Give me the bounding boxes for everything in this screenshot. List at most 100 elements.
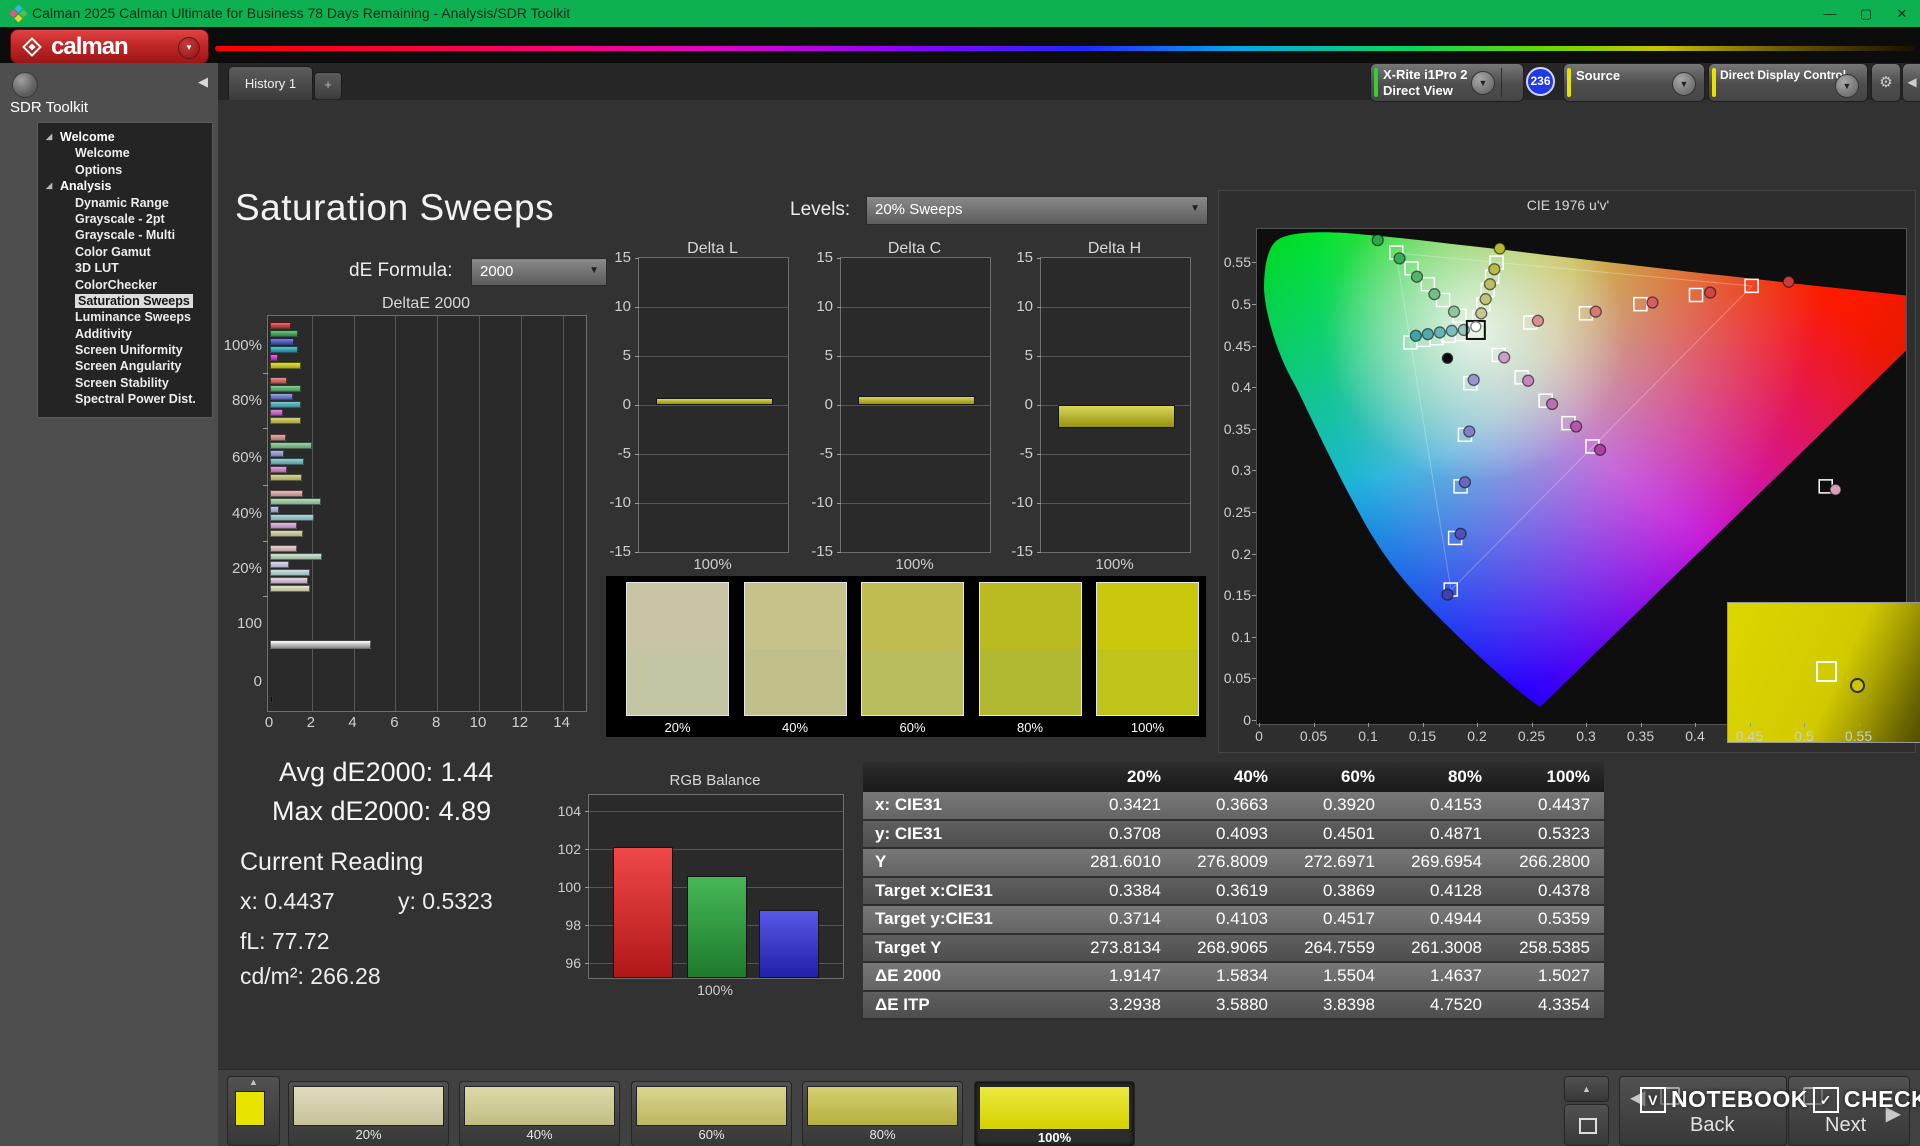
rgb-y-tick: 100 [557, 879, 581, 895]
tree-item-screen-stability[interactable]: Screen Stability [38, 375, 212, 391]
level-swatch-color [293, 1086, 444, 1126]
cie-y-tick: 0.2 [1231, 545, 1251, 562]
yellow-sweep-measured [1475, 307, 1488, 320]
tree-item-label: Spectral Power Dist. [75, 392, 196, 407]
collapse-bar-button[interactable]: ▲ [1564, 1076, 1609, 1102]
source-chevron-down-icon[interactable]: ▼ [1672, 72, 1696, 96]
tree-item-welcome[interactable]: Welcome [38, 145, 212, 161]
meter-dropdown[interactable]: X-Rite i1Pro 2 Direct View ▼ [1370, 63, 1524, 102]
tree-item-dynamic-range[interactable]: Dynamic Range [38, 195, 212, 211]
rgb-y-tick: 98 [565, 917, 581, 933]
tree-item-spectral-power-dist-[interactable]: Spectral Power Dist. [38, 391, 212, 407]
meter-chevron-down-icon[interactable]: ▼ [1471, 71, 1495, 95]
delta-y-tick: 15 [1016, 249, 1033, 266]
delta-gridline [1041, 307, 1190, 308]
tree-section-welcome[interactable]: ◢ Welcome [38, 129, 212, 145]
red-sweep-measured [1704, 286, 1717, 299]
deltae-gridline [520, 316, 522, 711]
delta-y-tick: 10 [614, 298, 631, 315]
rgb-axis-tick [585, 925, 589, 926]
back-label: Back [1690, 1114, 1735, 1136]
tree-item-color-gamut[interactable]: Color Gamut [38, 244, 212, 260]
table-row-label: ΔE ITP [863, 990, 1068, 1020]
sidebar: ◀ SDR Toolkit ◢ Welcome Welcome Options ◢ Ana… [0, 63, 218, 1146]
deltae-bar-green [270, 553, 323, 560]
cie-x-tick: 0.1 [1358, 728, 1378, 744]
tree-item-grayscale-multi[interactable]: Grayscale - Multi [38, 227, 212, 243]
de-formula-dropdown[interactable]: 2000 ▼ [471, 258, 607, 286]
tab-history-1[interactable]: History 1 [228, 66, 313, 100]
tree-item-luminance-sweeps[interactable]: Luminance Sweeps [38, 309, 212, 325]
deltae-bar-magenta [270, 466, 287, 473]
level-swatch-color [807, 1086, 958, 1126]
calman-menu-button[interactable]: calman ▼ [10, 29, 209, 64]
deltae-bar-yellow [270, 474, 303, 481]
level-swatch-label: 80% [869, 1127, 896, 1142]
tree-item-additivity[interactable]: Additivity [38, 326, 212, 342]
maximize-button[interactable]: ▢ [1848, 0, 1884, 27]
tree-expand-icon[interactable]: ◢ [46, 129, 52, 145]
meter-reading-badge: 236 [1526, 67, 1555, 96]
measurement-table: 20% 40% 60% 80% 100% x: CIE31 0.3421 0.3663 0.39… [863, 762, 1604, 1020]
cie-chromaticity-plot [1256, 228, 1920, 743]
tree-item-label: Saturation Sweeps [75, 293, 193, 308]
level-swatch-label: 40% [526, 1127, 553, 1142]
tree-section-analysis[interactable]: ◢ Analysis [38, 178, 212, 194]
tree-item-label: Screen Stability [75, 375, 169, 390]
tree-item-saturation-sweeps[interactable]: Saturation Sweeps [38, 293, 212, 309]
deltae-bar-blue [270, 561, 289, 568]
tree-item-options[interactable]: Options [38, 162, 212, 178]
pattern-popup-button[interactable]: ▲ [227, 1076, 280, 1146]
close-button[interactable]: ✕ [1884, 0, 1920, 27]
minimize-button[interactable]: — [1812, 0, 1848, 27]
tree-item-3d-lut[interactable]: 3D LUT [38, 260, 212, 276]
delta-y-tick: -5 [819, 445, 833, 462]
calman-menu-chevron-icon[interactable]: ▼ [178, 37, 200, 59]
level-swatch-color [636, 1086, 787, 1126]
table-cell: 1.9147 [1068, 962, 1175, 992]
level-button-80%[interactable]: 80% [802, 1081, 963, 1146]
level-button-100%[interactable]: 100% [974, 1081, 1135, 1146]
display-control-chevron-down-icon[interactable]: ▼ [1835, 74, 1859, 98]
source-dropdown[interactable]: Source ▼ [1563, 63, 1705, 102]
avg-de2000-stat: Avg dE2000: 1.44 [279, 757, 494, 787]
green-sweep-measured [1371, 233, 1384, 247]
table-cell: 0.4871 [1389, 819, 1496, 849]
add-tab-button[interactable]: + [314, 72, 342, 99]
tree-item-screen-angularity[interactable]: Screen Angularity [38, 358, 212, 374]
delta-axis-tick [1037, 258, 1041, 259]
table-row-label: Target Y [863, 933, 1068, 963]
calman-diamond-icon [22, 36, 42, 57]
status-sphere-icon[interactable] [12, 72, 38, 98]
tree-item-colorchecker[interactable]: ColorChecker [38, 277, 212, 293]
tree-item-screen-uniformity[interactable]: Screen Uniformity [38, 342, 212, 358]
level-button-40%[interactable]: 40% [459, 1081, 620, 1146]
delta-y-tick: -15 [811, 543, 833, 560]
panel-collapse-button[interactable]: ◀ [1902, 63, 1920, 102]
cie-y-tick: 0 [1243, 712, 1251, 728]
blue-sweep-measured [1463, 425, 1476, 438]
delta-axis-tick [635, 405, 639, 406]
rgb-balance-chart: 104 102 100 98 96 [558, 794, 844, 979]
settings-gear-button[interactable]: ⚙ [1871, 63, 1901, 102]
rgb-axis-tick [585, 887, 589, 888]
tree-item-grayscale-2pt[interactable]: Grayscale - 2pt [38, 211, 212, 227]
cie-y-tick: 0.05 [1223, 670, 1251, 687]
delta-h-chart: 15 10 5 0 -5 -10 -15 [1011, 249, 1191, 560]
tree-expand-icon[interactable]: ◢ [46, 178, 52, 194]
level-swatch-label: 20% [355, 1127, 382, 1142]
display-control-dropdown[interactable]: Direct Display Control ▼ [1708, 63, 1868, 102]
sidebar-collapse-icon[interactable]: ◀ [193, 71, 213, 93]
levels-dropdown[interactable]: 20% Sweeps ▼ [866, 196, 1208, 225]
reference-black-dot [1441, 352, 1454, 364]
swatch-actual-80% [978, 582, 1082, 649]
table-cell: 272.6971 [1282, 848, 1389, 878]
window-pattern-button[interactable] [1564, 1104, 1609, 1146]
deltae-bar-red [270, 322, 291, 329]
delta-gridline [639, 405, 788, 406]
delta-c-chart: 15 10 5 0 -5 -10 -15 [811, 249, 991, 560]
delta-axis-tick [837, 454, 841, 455]
level-button-20%[interactable]: 20% [288, 1081, 449, 1146]
level-button-60%[interactable]: 60% [631, 1081, 792, 1146]
delta-axis-tick [837, 356, 841, 357]
